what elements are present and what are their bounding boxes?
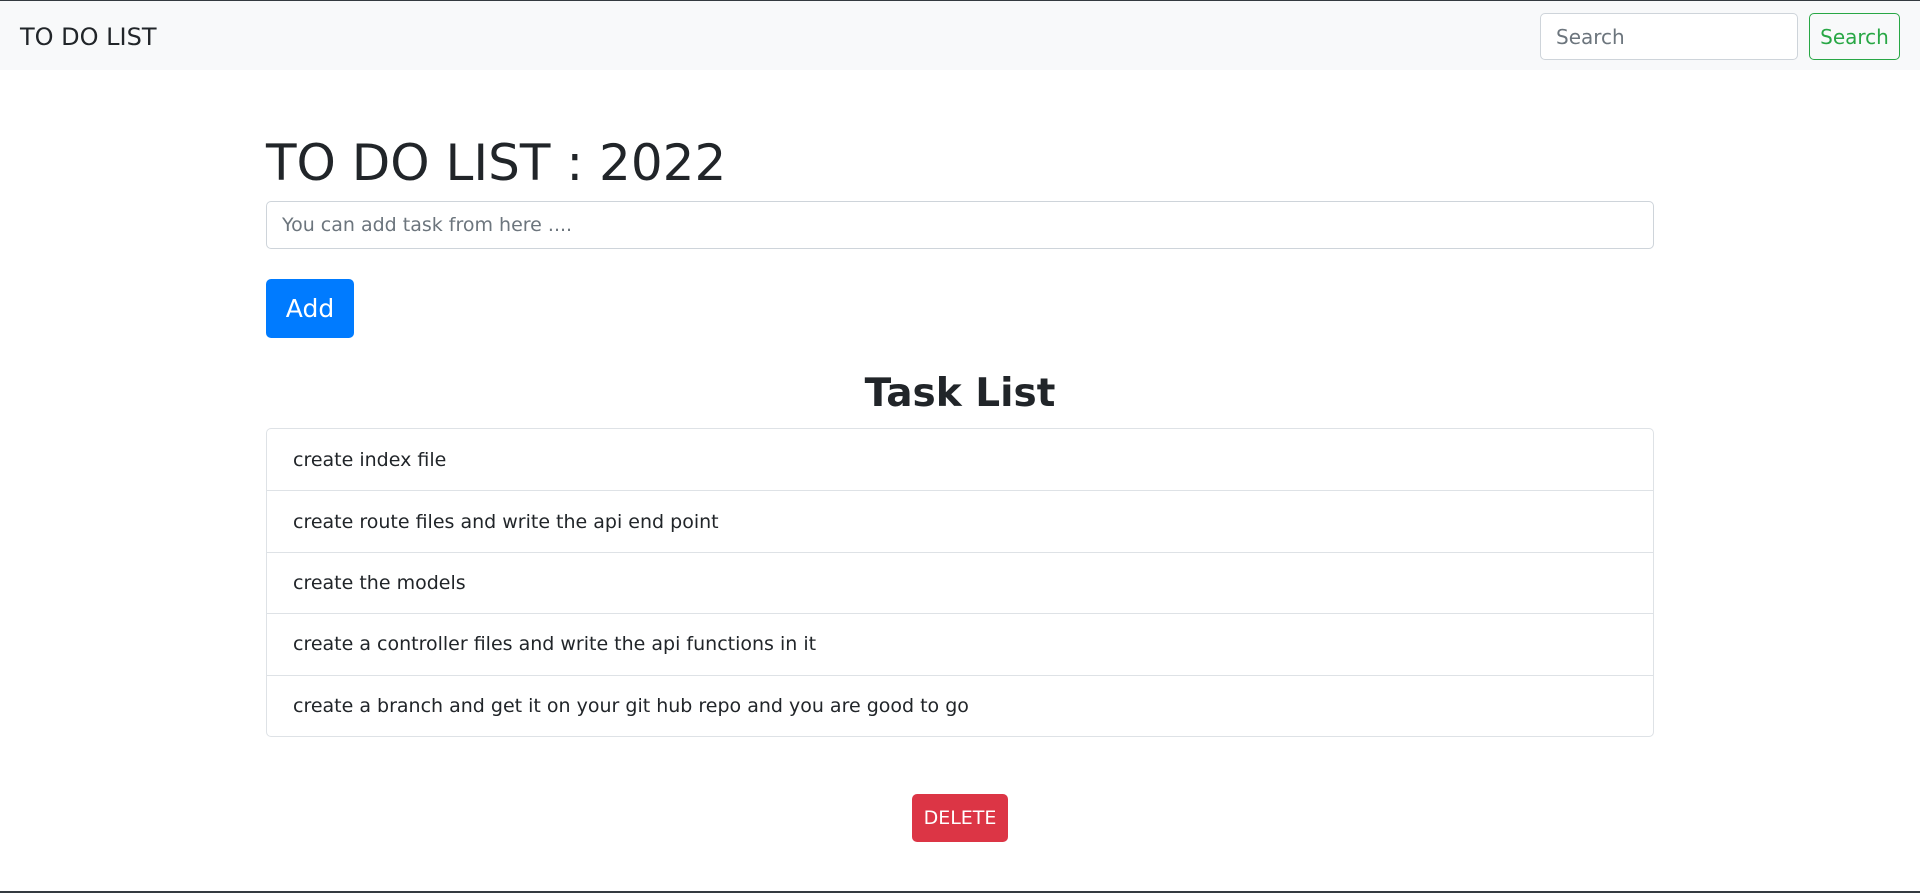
task-list-title: Task List [864,371,1056,416]
navbar-search-input[interactable] [1540,13,1798,60]
task-input[interactable] [266,201,1654,249]
delete-button[interactable]: DELETE [912,794,1008,842]
navbar-search-button[interactable]: Search [1809,13,1900,60]
task-list-item[interactable]: create a branch and get it on your git h… [267,674,1653,736]
task-list-item[interactable]: create index file [267,429,1653,490]
navbar-brand[interactable]: TO DO LIST [20,23,157,51]
task-list-item[interactable]: create route files and write the api end… [267,490,1653,551]
task-list: create index file create route files and… [266,428,1654,737]
page-title: TO DO LIST : 2022 [266,134,727,192]
task-list-item[interactable]: create the models [267,551,1653,613]
navbar: TO DO LIST Search [0,0,1920,70]
add-task-button[interactable]: Add [266,279,354,338]
task-list-item[interactable]: create a controller files and write the … [267,613,1653,674]
